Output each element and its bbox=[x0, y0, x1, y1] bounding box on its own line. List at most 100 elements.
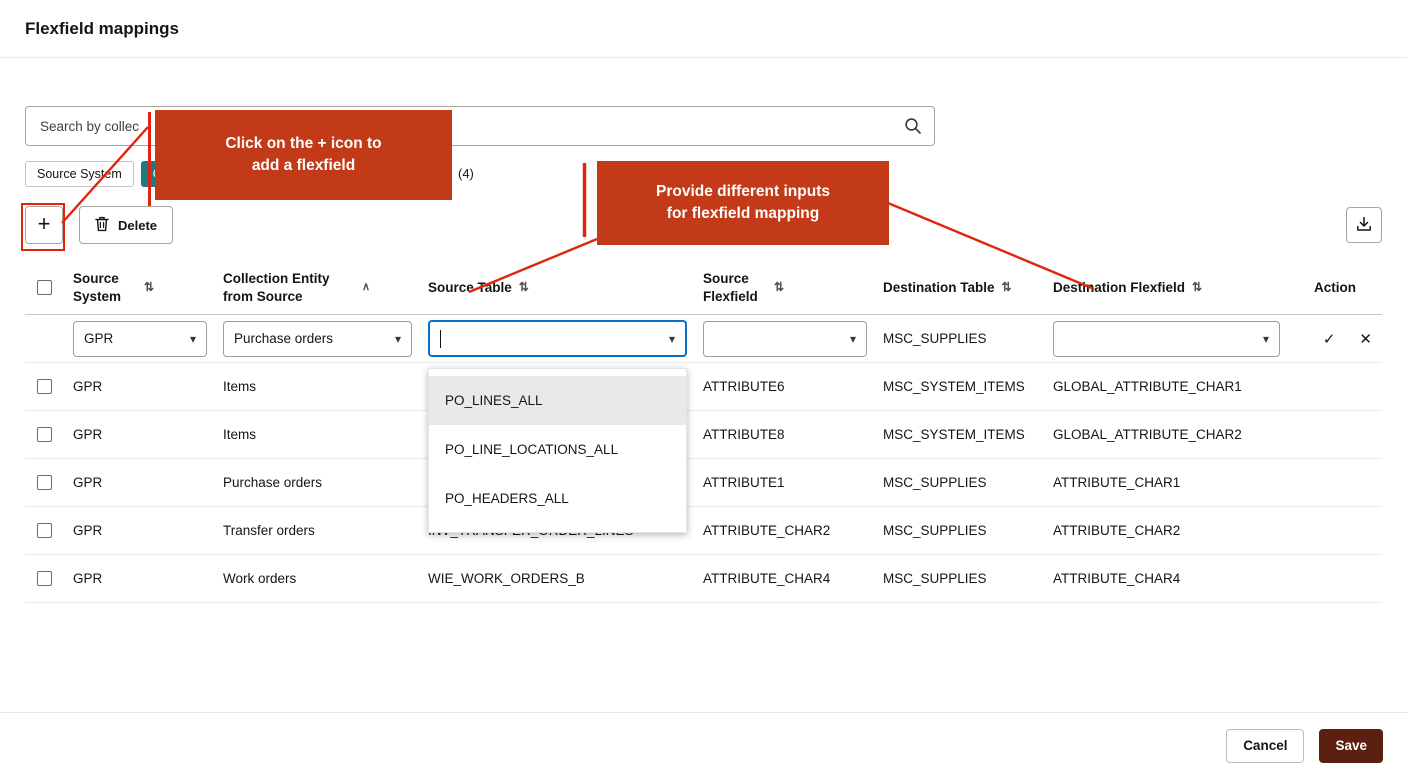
save-button[interactable]: Save bbox=[1319, 729, 1383, 763]
confirm-row-button[interactable]: ✓ bbox=[1323, 330, 1336, 348]
header-cell-destination-flexfield[interactable]: Destination Flexfield ⇅ bbox=[1045, 279, 1288, 297]
add-button[interactable]: + bbox=[25, 206, 63, 244]
cell-source-flexfield: ATTRIBUTE1 bbox=[695, 475, 875, 490]
cell-collection-entity: Transfer orders bbox=[215, 523, 420, 538]
filter-chips-row: Source System G (4) bbox=[25, 160, 1382, 187]
collection-entity-select[interactable]: Purchase orders ▾ bbox=[223, 321, 412, 357]
dropdown-option[interactable]: PO_HEADERS_ALL bbox=[429, 474, 686, 523]
destination-flexfield-select[interactable]: ▾ bbox=[1053, 321, 1280, 357]
chevron-down-icon: ▾ bbox=[669, 332, 675, 346]
source-system-select[interactable]: GPR ▾ bbox=[73, 321, 207, 357]
cell-destination-table: MSC_SUPPLIES bbox=[875, 475, 1045, 490]
row-checkbox[interactable] bbox=[37, 475, 52, 490]
table-row: GPR Items ATTRIBUTE6 MSC_SYSTEM_ITEMS GL… bbox=[25, 363, 1382, 411]
edit-cell-destination-flexfield: ▾ bbox=[1045, 321, 1288, 357]
edit-cell-source-flexfield: ▾ bbox=[695, 321, 875, 357]
sort-ascending-icon: ∧ bbox=[362, 280, 370, 294]
cell-destination-table: MSC_SYSTEM_ITEMS bbox=[875, 379, 1045, 394]
trash-icon bbox=[95, 216, 109, 235]
cell-destination-flexfield: ATTRIBUTE_CHAR2 bbox=[1045, 523, 1288, 538]
flexfield-mappings-page: Flexfield mappings Source System G (4) + bbox=[0, 0, 1407, 778]
download-icon bbox=[1356, 216, 1372, 235]
cell-select bbox=[25, 475, 65, 491]
header-cell-action: Action bbox=[1288, 279, 1382, 297]
row-checkbox[interactable] bbox=[37, 379, 52, 394]
table-row: GPR Work orders WIE_WORK_ORDERS_B ATTRIB… bbox=[25, 555, 1382, 603]
sort-icon: ⇅ bbox=[1002, 280, 1012, 296]
cell-destination-table: MSC_SYSTEM_ITEMS bbox=[875, 427, 1045, 442]
delete-button-label: Delete bbox=[118, 218, 157, 233]
header-cell-source-system[interactable]: Source System ⇅ bbox=[65, 270, 215, 305]
cell-destination-flexfield: ATTRIBUTE_CHAR1 bbox=[1045, 475, 1288, 490]
cell-source-system: GPR bbox=[65, 475, 215, 490]
chevron-down-icon: ▾ bbox=[190, 332, 196, 346]
sort-icon: ⇅ bbox=[774, 280, 784, 296]
cancel-row-button[interactable]: ✕ bbox=[1359, 330, 1372, 348]
cell-source-flexfield: ATTRIBUTE6 bbox=[695, 379, 875, 394]
filter-chip-active[interactable]: G bbox=[141, 161, 175, 187]
cell-select bbox=[25, 571, 65, 587]
row-checkbox[interactable] bbox=[37, 427, 52, 442]
cell-destination-flexfield: GLOBAL_ATTRIBUTE_CHAR2 bbox=[1045, 427, 1288, 442]
header-cell-destination-table[interactable]: Destination Table ⇅ bbox=[875, 279, 1045, 297]
row-checkbox[interactable] bbox=[37, 523, 52, 538]
chevron-down-icon: ▾ bbox=[850, 332, 856, 346]
cancel-button[interactable]: Cancel bbox=[1226, 729, 1304, 763]
dropdown-option-highlighted[interactable]: PO_LINES_ALL bbox=[429, 376, 686, 425]
search-input[interactable] bbox=[25, 106, 935, 146]
table-row: GPR Transfer orders INV_TRANSFER_ORDER_L… bbox=[25, 507, 1382, 555]
table-edit-row: GPR ▾ Purchase orders ▾ ▾ bbox=[25, 315, 1382, 363]
table-header-row: Source System ⇅ Collection Entity from S… bbox=[25, 261, 1382, 315]
edit-cell-destination-table: MSC_SUPPLIES bbox=[875, 331, 1045, 346]
cell-select bbox=[25, 379, 65, 395]
cell-source-system: GPR bbox=[65, 379, 215, 394]
cell-source-flexfield: ATTRIBUTE_CHAR2 bbox=[695, 523, 875, 538]
chevron-down-icon: ▾ bbox=[395, 332, 401, 346]
select-all-checkbox[interactable] bbox=[37, 280, 52, 295]
destination-table-value: MSC_SUPPLIES bbox=[883, 331, 987, 346]
text-cursor bbox=[440, 330, 441, 348]
table-row: GPR Purchase orders ATTRIBUTE1 MSC_SUPPL… bbox=[25, 459, 1382, 507]
table-row: GPR Items ATTRIBUTE8 MSC_SYSTEM_ITEMS GL… bbox=[25, 411, 1382, 459]
cell-source-system: GPR bbox=[65, 571, 215, 586]
delete-button[interactable]: Delete bbox=[79, 206, 173, 244]
column-label: Source Table bbox=[428, 279, 512, 297]
page-header: Flexfield mappings bbox=[0, 0, 1407, 58]
sort-icon: ⇅ bbox=[1192, 280, 1202, 296]
header-cell-source-flexfield[interactable]: Source Flexfield ⇅ bbox=[695, 270, 875, 305]
select-value: Purchase orders bbox=[234, 331, 333, 346]
header-cell-source-table[interactable]: Source Table ⇅ bbox=[420, 279, 695, 297]
cell-collection-entity: Items bbox=[215, 379, 420, 394]
dropdown-option[interactable]: PO_LINE_LOCATIONS_ALL bbox=[429, 425, 686, 474]
header-cell-collection-entity[interactable]: Collection Entity from Source ∧ bbox=[215, 270, 420, 305]
column-label: Destination Flexfield bbox=[1053, 279, 1185, 297]
edit-cell-collection-entity: Purchase orders ▾ bbox=[215, 321, 420, 357]
search-bar bbox=[25, 106, 935, 146]
search-icon[interactable] bbox=[904, 117, 922, 135]
cell-select bbox=[25, 523, 65, 539]
cell-source-flexfield: ATTRIBUTE_CHAR4 bbox=[695, 571, 875, 586]
row-checkbox[interactable] bbox=[37, 571, 52, 586]
main-content: Source System G (4) + Delete bbox=[0, 106, 1407, 603]
chevron-down-icon: ▾ bbox=[1263, 332, 1269, 346]
filter-chip-source-system[interactable]: Source System bbox=[25, 161, 134, 187]
column-label: Source Flexfield bbox=[703, 270, 767, 305]
select-value: GPR bbox=[84, 331, 113, 346]
cell-destination-flexfield: GLOBAL_ATTRIBUTE_CHAR1 bbox=[1045, 379, 1288, 394]
source-table-combobox[interactable]: ▾ bbox=[428, 320, 687, 357]
column-label: Collection Entity from Source bbox=[223, 270, 355, 305]
cell-select bbox=[25, 427, 65, 443]
table-body: GPR Items ATTRIBUTE6 MSC_SYSTEM_ITEMS GL… bbox=[25, 363, 1382, 603]
cell-collection-entity: Items bbox=[215, 427, 420, 442]
download-button[interactable] bbox=[1346, 207, 1382, 243]
cell-source-table: WIE_WORK_ORDERS_B bbox=[420, 571, 695, 586]
column-label: Source System bbox=[73, 270, 137, 305]
cell-source-system: GPR bbox=[65, 523, 215, 538]
header-cell-select-all bbox=[25, 280, 65, 295]
cell-destination-table: MSC_SUPPLIES bbox=[875, 571, 1045, 586]
mappings-table: Source System ⇅ Collection Entity from S… bbox=[25, 261, 1382, 603]
cell-destination-table: MSC_SUPPLIES bbox=[875, 523, 1045, 538]
column-label: Destination Table bbox=[883, 279, 995, 297]
column-label: Action bbox=[1314, 279, 1356, 297]
source-flexfield-select[interactable]: ▾ bbox=[703, 321, 867, 357]
